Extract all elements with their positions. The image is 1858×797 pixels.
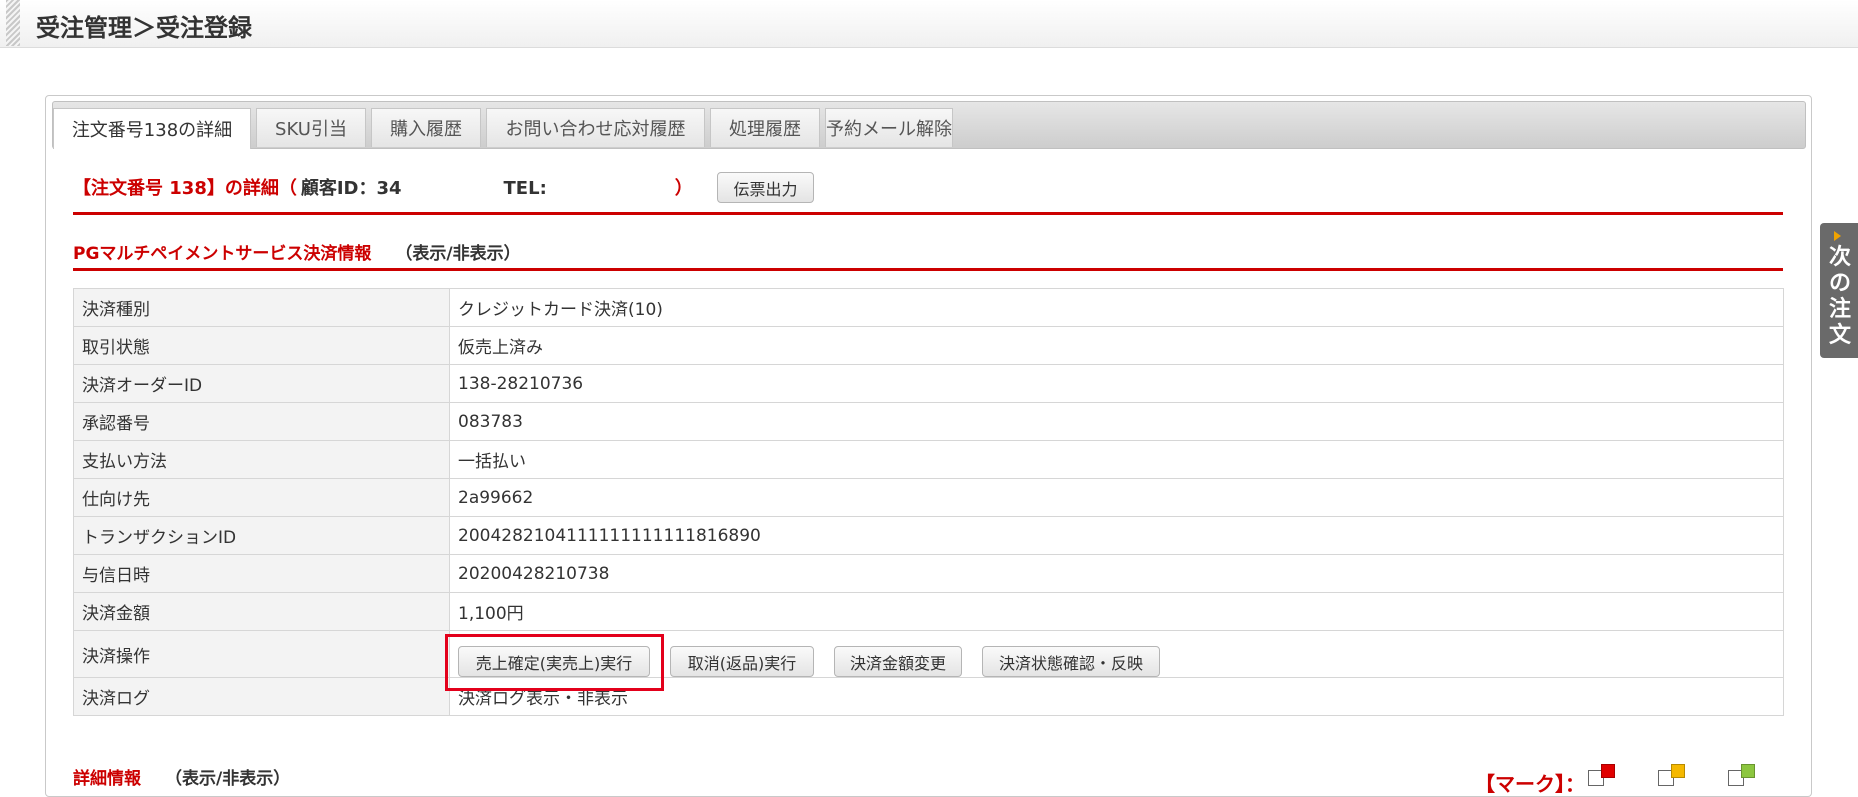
tab-inquiry-history[interactable]: お問い合わせ応対履歴 bbox=[486, 108, 705, 147]
red-divider bbox=[73, 268, 1783, 271]
table-row: 承認番号 083783 bbox=[73, 402, 1784, 441]
tab-sku-allocation[interactable]: SKU引当 bbox=[256, 108, 366, 147]
order-heading: 【注文番号 138】の詳細（ 顧客ID：34 TEL: ） bbox=[73, 174, 693, 200]
mark-label: 【マーク】： bbox=[1475, 772, 1585, 796]
cancel-return-button[interactable]: 取消(返品)実行 bbox=[670, 646, 814, 677]
row-value: 1,100円 bbox=[449, 592, 1784, 631]
arrow-right-icon bbox=[1834, 231, 1841, 241]
detail-section-title: 詳細情報 （表示/非表示） bbox=[73, 764, 290, 789]
table-row: 支払い方法 一括払い bbox=[73, 440, 1784, 479]
log-row: 決済ログ 決済ログ表示・非表示 bbox=[73, 677, 1784, 716]
change-amount-button[interactable]: 決済金額変更 bbox=[834, 646, 962, 677]
row-label: 仕向け先 bbox=[73, 478, 450, 517]
row-label: 決済ログ bbox=[73, 677, 450, 716]
tab-process-history[interactable]: 処理履歴 bbox=[710, 108, 820, 147]
row-label: 取引状態 bbox=[73, 326, 450, 365]
row-label: 決済オーダーID bbox=[73, 364, 450, 403]
row-value: 20200428210738 bbox=[449, 554, 1784, 593]
row-label: 与信日時 bbox=[73, 554, 450, 593]
page-title: 受注管理＞受注登録 bbox=[36, 14, 252, 42]
table-row: 決済金額 1,100円 bbox=[73, 592, 1784, 631]
customer-id: 顧客ID：34 bbox=[300, 178, 402, 199]
payment-section-name: PGマルチペイメントサービス決済情報 bbox=[73, 244, 372, 264]
row-value: 一括払い bbox=[449, 440, 1784, 479]
yellow-flag-icon bbox=[1671, 764, 1685, 778]
row-value: 仮売上済み bbox=[449, 326, 1784, 365]
tab-purchase-history[interactable]: 購入履歴 bbox=[371, 108, 481, 147]
table-row: 取引状態 仮売上済み bbox=[73, 326, 1784, 365]
table-row: 与信日時 20200428210738 bbox=[73, 554, 1784, 593]
payment-section-title: PGマルチペイメントサービス決済情報 （表示/非表示） bbox=[73, 239, 521, 264]
detail-section-toggle[interactable]: （表示/非表示） bbox=[165, 769, 290, 789]
page-header: 受注管理＞受注登録 bbox=[0, 0, 1858, 48]
row-label: 支払い方法 bbox=[73, 440, 450, 479]
row-value: 2a99662 bbox=[449, 478, 1784, 517]
row-label: 決済種別 bbox=[73, 288, 450, 327]
row-label: トランザクションID bbox=[73, 516, 450, 555]
row-value: 083783 bbox=[449, 402, 1784, 441]
tab-reservation-mail-release[interactable]: 予約メール解除 bbox=[825, 108, 953, 147]
row-label: 承認番号 bbox=[73, 402, 450, 441]
row-value: 138-28210736 bbox=[449, 364, 1784, 403]
check-status-button[interactable]: 決済状態確認・反映 bbox=[982, 646, 1160, 677]
green-flag-icon bbox=[1741, 764, 1755, 778]
sales-confirm-button[interactable]: 売上確定(実売上)実行 bbox=[458, 646, 650, 677]
slip-output-button[interactable]: 伝票出力 bbox=[717, 172, 814, 203]
table-row: 決済種別 クレジットカード決済(10) bbox=[73, 288, 1784, 327]
table-row: 仕向け先 2a99662 bbox=[73, 478, 1784, 517]
red-divider bbox=[73, 212, 1783, 215]
table-row: トランザクションID 2004282104111111111111816890 bbox=[73, 516, 1784, 555]
row-label: 決済操作 bbox=[73, 630, 450, 678]
row-value: クレジットカード決済(10) bbox=[449, 288, 1784, 327]
payment-section-toggle[interactable]: （表示/非表示） bbox=[395, 244, 520, 264]
payment-log-toggle[interactable]: 決済ログ表示・非表示 bbox=[449, 677, 1784, 716]
row-value: 2004282104111111111111816890 bbox=[449, 516, 1784, 555]
tab-bar: 注文番号138の詳細 SKU引当 購入履歴 お問い合わせ応対履歴 処理履歴 予約… bbox=[52, 101, 1806, 149]
tel-label: TEL: bbox=[503, 178, 547, 199]
next-order-tab[interactable]: 次の注文 bbox=[1820, 223, 1858, 358]
next-order-label: 次の注文 bbox=[1829, 245, 1852, 348]
header-stripe bbox=[6, 0, 20, 46]
row-label: 決済金額 bbox=[73, 592, 450, 631]
tab-order-detail[interactable]: 注文番号138の詳細 bbox=[53, 108, 251, 149]
table-row: 決済オーダーID 138-28210736 bbox=[73, 364, 1784, 403]
close-paren: ） bbox=[674, 178, 693, 199]
red-flag-icon bbox=[1601, 764, 1615, 778]
order-number: 【注文番号 138】の詳細（ bbox=[73, 178, 297, 199]
detail-section-name: 詳細情報 bbox=[73, 769, 141, 789]
